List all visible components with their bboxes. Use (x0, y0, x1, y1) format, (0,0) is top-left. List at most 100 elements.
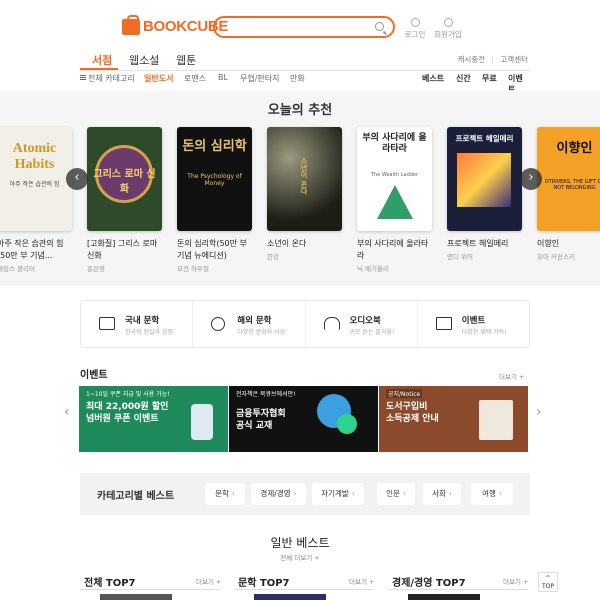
events-more-link[interactable]: 더보기 + (499, 371, 524, 381)
tab-bookstore[interactable]: 서점 (92, 52, 112, 68)
category-button-humanities[interactable]: 인문 › (377, 483, 415, 505)
quick-category-name: 이벤트 (461, 316, 486, 326)
top7-literature-title: 문학 TOP7 (238, 578, 290, 589)
book-card[interactable]: 부의 사다리에 올라타라 The Wealth Ladder 부의 사다리에 올… (357, 127, 432, 273)
category-button-literature[interactable]: 문학 › (205, 483, 245, 505)
events-next-button[interactable]: › (536, 404, 542, 420)
join-label: 회원가입 (434, 30, 462, 39)
book-author: 유아 커쉰스키 (537, 253, 575, 261)
book-title: 돈의 심리학(50만 부 기념 뉴에디션) (177, 239, 247, 260)
chevron-right-icon: › (536, 404, 542, 420)
top7-economy-title: 경제/경영 TOP7 (392, 578, 466, 589)
cash-charge-link[interactable]: 캐시충전 (457, 55, 485, 64)
all-categories-button[interactable]: 전체 카테고리 (80, 73, 135, 84)
user-icon (443, 18, 453, 27)
today-recommendation: 오늘의 추천 Atomic Habits 아주 작은 습관의 힘 아주 작은 습… (0, 91, 600, 286)
book-card[interactable]: 돈의 심리학 The Psychology of Money 돈의 심리학(50… (177, 127, 252, 273)
event-banner[interactable]: 공지/Notice 도서구입비 소득공제 안내 (379, 386, 528, 452)
chevron-left-icon: ‹ (64, 404, 70, 420)
general-best-more-link[interactable]: 전체 더보기 + (0, 552, 600, 562)
headphones-icon (323, 317, 340, 330)
banner-text: 도서구입비 소득공제 안내 (386, 402, 439, 424)
top7-economy-more[interactable]: 더보기 + (503, 576, 528, 586)
book-card[interactable]: 그리스 로마 신화 [고화질] 그리스 로마 신화 홍은영 (87, 127, 162, 273)
robot-illustration (191, 404, 213, 440)
book-cover: 그리스 로마 신화 (87, 127, 162, 231)
category-button-economy[interactable]: 경제/경영 › (251, 483, 306, 505)
divider: | (491, 55, 494, 64)
event-banner[interactable]: 1~10일 쿠폰 지급 및 사용 가능! 최대 22,000원 할인 넘버원 쿠… (79, 386, 228, 452)
book-thumbnail[interactable] (100, 594, 172, 600)
menu-icon (80, 75, 86, 80)
subnav-martial-fantasy[interactable]: 무협/판타지 (240, 73, 280, 84)
tab-webnovel[interactable]: 웹소설 (129, 52, 159, 68)
book-cover: 돈의 심리학 The Psychology of Money (177, 127, 252, 231)
top7-all-more[interactable]: 더보기 + (196, 576, 221, 586)
quick-category-desc: 한국의 현실과 감정 (125, 329, 173, 336)
book-cover: Atomic Habits 아주 작은 습관의 힘 (0, 127, 72, 231)
book-thumbnail[interactable] (408, 594, 480, 600)
book-card[interactable]: 소년이 온다 소년이 온다 한강 (267, 127, 342, 261)
search-icon[interactable] (375, 22, 384, 31)
carousel-prev-button[interactable]: ‹ (66, 168, 88, 190)
scroll-top-button[interactable]: ^ TOP (538, 572, 558, 592)
divider (388, 589, 528, 590)
general-best-title: 일반 베스트 (270, 536, 330, 550)
search-input[interactable] (225, 18, 375, 36)
chevron-right-icon: › (351, 489, 355, 498)
subnav-bl[interactable]: BL (218, 73, 228, 82)
top-label: TOP (541, 583, 554, 590)
search-box[interactable] (213, 16, 395, 38)
utility-links: 캐시충전 | 고객센터 (453, 54, 528, 65)
customer-center-link[interactable]: 고객센터 (500, 55, 528, 64)
subnav-comics[interactable]: 만화 (290, 73, 305, 84)
chevron-right-icon: › (448, 489, 452, 498)
caret-up-icon: ^ (545, 575, 551, 582)
book-title: 소년이 온다 (267, 239, 307, 248)
site-header: BOOKCUBE 로그인 회원가입 (0, 0, 600, 50)
login-label: 로그인 (404, 30, 426, 39)
divider (80, 589, 220, 590)
category-button-travel[interactable]: 여행 › (471, 483, 513, 505)
chevron-right-icon: › (231, 489, 235, 498)
quick-category-domestic[interactable]: 국내 문학 한국의 현실과 감정 (81, 301, 194, 347)
book-author: 앤디 위어 (447, 253, 473, 261)
quick-category-audiobook[interactable]: 오디오북 귀로 듣는 즐거움! (306, 301, 418, 347)
book-cover: 이향인 OTRIVERS, THE GIFT OF NOT BELONGING (537, 127, 600, 231)
chevron-right-icon: › (293, 489, 297, 498)
book-author: 제임스 클리어 (0, 265, 35, 273)
category-button-society[interactable]: 사회 › (423, 483, 461, 505)
divider (80, 70, 530, 71)
event-banner[interactable]: 전자책은 북큐브에서만! 금융투자협회 공식 교재 (229, 386, 378, 452)
top7-literature-more[interactable]: 더보기 + (349, 576, 374, 586)
book-author: 한강 (267, 253, 279, 261)
join-button[interactable]: 회원가입 (433, 18, 463, 40)
login-button[interactable]: 로그인 (400, 18, 430, 40)
main-tabs: 서점 웹소설 웹툰 캐시충전 | 고객센터 (80, 50, 530, 70)
banner-text: 최대 22,000원 할인 넘버원 쿠폰 이벤트 (86, 402, 169, 424)
category-button-self-help[interactable]: 자기계발 › (312, 483, 364, 505)
book-cover: 부의 사다리에 올라타라 The Wealth Ladder (357, 127, 432, 231)
book-title: [고화질] 그리스 로마 신화 (87, 239, 158, 260)
subnav-general-books[interactable]: 일반도서 (144, 73, 173, 84)
quick-category-desc: 귀로 듣는 즐거움! (349, 329, 395, 336)
book-thumbnail[interactable] (254, 594, 326, 600)
section-title: 오늘의 추천 (267, 103, 333, 118)
carousel-next-button[interactable]: › (520, 168, 542, 190)
chevron-left-icon: ‹ (74, 170, 80, 185)
tab-webtoon[interactable]: 웹툰 (176, 52, 196, 68)
chevron-right-icon: › (402, 489, 406, 498)
book-card[interactable]: 프로젝트 헤일메리 프로젝트 헤일메리 앤디 위어 (447, 127, 522, 261)
quick-category-event[interactable]: 이벤트 다양한 혜택 가득! (418, 301, 529, 347)
events-prev-button[interactable]: ‹ (64, 404, 70, 420)
subnav-new[interactable]: 신간 (456, 73, 471, 84)
subnav-free[interactable]: 무료 (482, 73, 497, 84)
subnav-best[interactable]: 베스트 (422, 73, 444, 84)
top7-all-title: 전체 TOP7 (84, 578, 136, 589)
book-card[interactable]: 이향인 OTRIVERS, THE GIFT OF NOT BELONGING … (537, 127, 600, 261)
book-card[interactable]: Atomic Habits 아주 작은 습관의 힘 아주 작은 습관의 힘 (5… (0, 127, 72, 273)
subnav-romance[interactable]: 로맨스 (184, 73, 206, 84)
quick-category-desc: 다양한 문화와 사상 (237, 329, 286, 336)
quick-category-foreign[interactable]: 해외 문학 다양한 문화와 사상 (193, 301, 306, 347)
book-title: 프로젝트 헤일메리 (447, 239, 509, 248)
